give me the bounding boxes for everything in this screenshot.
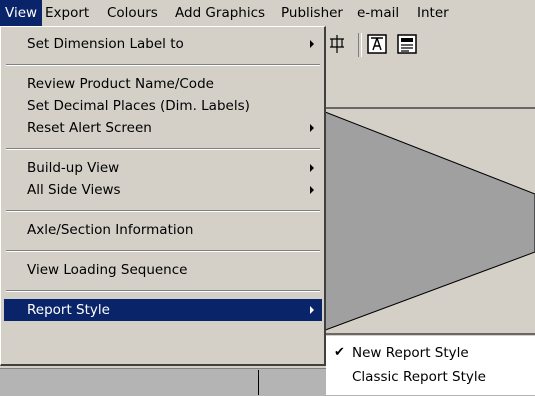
menu-item-label: Set Dimension Label to	[27, 36, 184, 52]
submenu-arrow-icon	[310, 124, 314, 132]
menu-item-label: All Side Views	[27, 182, 121, 198]
menu-export[interactable]: Export	[40, 0, 94, 26]
menu-item-label: Reset Alert Screen	[27, 120, 152, 136]
menu-colours[interactable]: Colours	[102, 0, 163, 26]
menu-separator	[6, 250, 320, 252]
view-menu-dropdown: Set Dimension Label to Review Product Na…	[0, 26, 326, 366]
toolbar-separator	[358, 33, 362, 57]
menu-email[interactable]: e-mail	[352, 0, 404, 26]
submenu-item-label: Classic Report Style	[352, 369, 486, 385]
menu-item-label: Build-up View	[27, 160, 120, 176]
menu-item-axle-section-information[interactable]: Axle/Section Information	[4, 219, 322, 241]
submenu-arrow-icon	[310, 306, 314, 314]
menu-item-label: Axle/Section Information	[27, 222, 194, 238]
menu-item-label: Report Style	[27, 302, 110, 318]
menu-item-set-dimension-label[interactable]: Set Dimension Label to	[4, 33, 322, 55]
submenu-item-classic-report-style[interactable]: Classic Report Style	[326, 366, 535, 388]
menu-separator	[6, 210, 320, 212]
grid-icon[interactable]	[326, 33, 348, 55]
menu-bar: View Export Colours Add Graphics Publish…	[0, 0, 535, 27]
menu-item-report-style[interactable]: Report Style	[4, 299, 322, 321]
menu-separator	[6, 148, 320, 150]
menu-item-set-decimal-places[interactable]: Set Decimal Places (Dim. Labels)	[4, 95, 322, 117]
menu-item-view-loading-sequence[interactable]: View Loading Sequence	[4, 259, 322, 281]
menu-add-graphics[interactable]: Add Graphics	[170, 0, 270, 26]
report-style-submenu: ✔ New Report Style Classic Report Style	[326, 336, 535, 395]
menu-separator	[6, 64, 320, 66]
report-icon[interactable]	[396, 33, 418, 55]
menu-item-label: View Loading Sequence	[27, 262, 188, 278]
menu-item-build-up-view[interactable]: Build-up View	[4, 157, 322, 179]
menu-item-label: Review Product Name/Code	[27, 76, 214, 92]
pdf-icon[interactable]	[366, 33, 388, 55]
menu-separator	[6, 290, 320, 292]
menu-inter[interactable]: Inter	[412, 0, 454, 26]
status-divider	[258, 370, 259, 395]
submenu-arrow-icon	[310, 40, 314, 48]
menu-item-review-product-name[interactable]: Review Product Name/Code	[4, 73, 322, 95]
menu-publisher[interactable]: Publisher	[276, 0, 348, 26]
submenu-item-label: New Report Style	[352, 345, 469, 361]
menu-item-all-side-views[interactable]: All Side Views	[4, 179, 322, 201]
menu-item-label: Set Decimal Places (Dim. Labels)	[27, 98, 250, 114]
submenu-item-new-report-style[interactable]: ✔ New Report Style	[326, 342, 535, 364]
checkmark-icon: ✔	[334, 345, 345, 360]
submenu-arrow-icon	[310, 164, 314, 172]
menu-item-reset-alert-screen[interactable]: Reset Alert Screen	[4, 117, 322, 139]
menu-view[interactable]: View	[0, 0, 43, 26]
submenu-arrow-icon	[310, 186, 314, 194]
